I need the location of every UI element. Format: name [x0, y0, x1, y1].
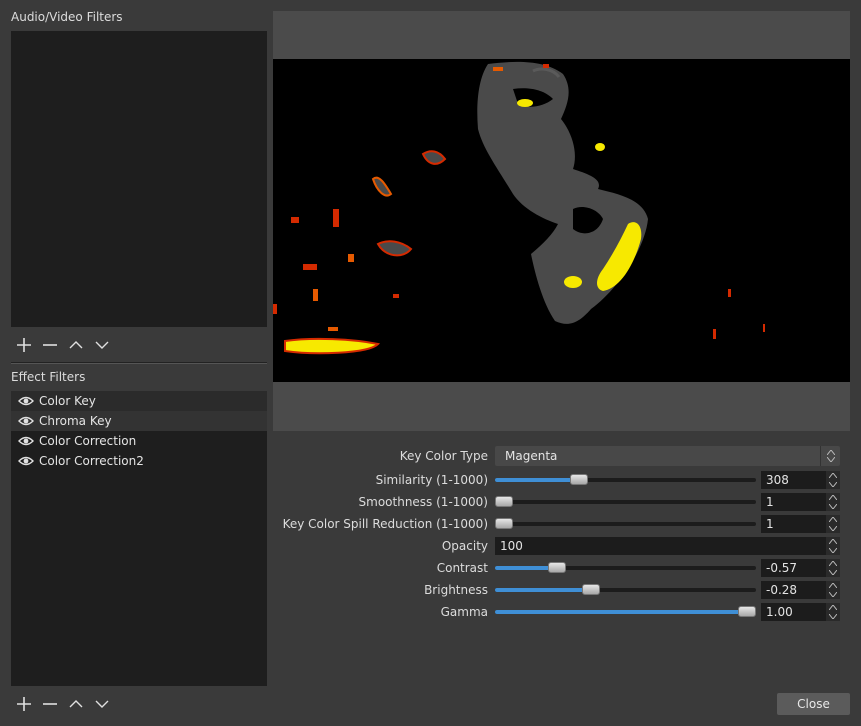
- spin-arrows-icon[interactable]: [826, 603, 840, 621]
- slider-handle[interactable]: [548, 562, 566, 573]
- spin-arrows-icon[interactable]: [826, 493, 840, 511]
- smoothness-value: 1: [766, 495, 774, 509]
- slider-handle[interactable]: [582, 584, 600, 595]
- move-down-effect-filter-button[interactable]: [89, 693, 115, 715]
- move-up-effect-filter-button[interactable]: [63, 693, 89, 715]
- gamma-spinbox[interactable]: 1.00: [761, 603, 840, 621]
- audio-video-filters-title: Audio/Video Filters: [11, 10, 123, 24]
- spill-reduction-value: 1: [766, 517, 774, 531]
- similarity-spinbox[interactable]: 308: [761, 471, 840, 489]
- eye-icon[interactable]: [18, 395, 34, 407]
- effect-filters-toolbar: [11, 693, 115, 715]
- spin-arrows-icon[interactable]: [826, 581, 840, 599]
- spill-reduction-row: Key Color Spill Reduction (1-1000) 1: [273, 514, 850, 534]
- effect-filter-label: Color Key: [39, 394, 96, 408]
- gamma-label: Gamma: [440, 605, 488, 619]
- brightness-row: Brightness -0.28: [273, 580, 850, 600]
- add-effect-filter-button[interactable]: [11, 693, 37, 715]
- move-up-audio-video-filter-button[interactable]: [63, 334, 89, 356]
- gamma-row: Gamma 1.00: [273, 602, 850, 622]
- spin-arrows-icon[interactable]: [826, 537, 840, 555]
- chevron-down-icon: [95, 700, 109, 708]
- spin-arrows-icon[interactable]: [826, 515, 840, 533]
- combo-arrows-icon: [820, 446, 840, 466]
- effect-filter-item[interactable]: Chroma Key: [11, 411, 267, 431]
- spin-arrows-icon[interactable]: [826, 559, 840, 577]
- brightness-slider[interactable]: [495, 584, 756, 595]
- section-divider: [11, 362, 267, 364]
- chevron-down-icon: [95, 341, 109, 349]
- key-color-type-select[interactable]: Magenta: [495, 446, 840, 466]
- close-button[interactable]: Close: [777, 693, 850, 715]
- filter-preview: [273, 11, 850, 431]
- brightness-value: -0.28: [766, 583, 798, 597]
- slider-fill: [495, 588, 591, 592]
- slider-handle[interactable]: [738, 606, 756, 617]
- slider-fill: [495, 478, 579, 482]
- contrast-value: -0.57: [766, 561, 798, 575]
- spin-arrows-icon[interactable]: [826, 471, 840, 489]
- minus-icon: [43, 703, 57, 705]
- effect-filter-item[interactable]: Color Correction: [11, 431, 267, 451]
- slider-handle[interactable]: [570, 474, 588, 485]
- move-down-audio-video-filter-button[interactable]: [89, 334, 115, 356]
- audio-video-filters-list[interactable]: [11, 31, 267, 327]
- brightness-label: Brightness: [424, 583, 488, 597]
- similarity-row: Similarity (1-1000) 308: [273, 470, 850, 490]
- slider-fill: [495, 610, 747, 614]
- preview-image: [273, 59, 850, 382]
- contrast-row: Contrast -0.57: [273, 558, 850, 578]
- slider-handle[interactable]: [495, 496, 513, 507]
- contrast-label: Contrast: [436, 561, 488, 575]
- chevron-up-icon: [69, 341, 83, 349]
- remove-effect-filter-button[interactable]: [37, 693, 63, 715]
- key-color-type-label: Key Color Type: [399, 449, 488, 463]
- effect-filter-label: Chroma Key: [39, 414, 112, 428]
- effect-filter-label: Color Correction2: [39, 454, 144, 468]
- smoothness-label: Smoothness (1-1000): [358, 495, 488, 509]
- effect-filter-label: Color Correction: [39, 434, 137, 448]
- effect-filters-title: Effect Filters: [11, 370, 86, 384]
- gamma-value: 1.00: [766, 605, 793, 619]
- eye-icon[interactable]: [18, 435, 34, 447]
- opacity-row: Opacity 100: [273, 536, 850, 556]
- chevron-up-icon: [69, 700, 83, 708]
- smoothness-row: Smoothness (1-1000) 1: [273, 492, 850, 512]
- audio-video-filters-toolbar: [11, 334, 115, 356]
- slider-handle[interactable]: [495, 518, 513, 529]
- smoothness-slider[interactable]: [495, 496, 756, 507]
- remove-audio-video-filter-button[interactable]: [37, 334, 63, 356]
- eye-icon[interactable]: [18, 415, 34, 427]
- minus-icon: [43, 344, 57, 346]
- brightness-spinbox[interactable]: -0.28: [761, 581, 840, 599]
- opacity-label: Opacity: [441, 539, 488, 553]
- contrast-spinbox[interactable]: -0.57: [761, 559, 840, 577]
- plus-icon: [17, 338, 31, 352]
- spill-reduction-slider[interactable]: [495, 518, 756, 529]
- smoothness-spinbox[interactable]: 1: [761, 493, 840, 511]
- key-color-type-value: Magenta: [505, 449, 558, 463]
- similarity-slider[interactable]: [495, 474, 756, 485]
- spill-reduction-label: Key Color Spill Reduction (1-1000): [282, 517, 488, 531]
- add-audio-video-filter-button[interactable]: [11, 334, 37, 356]
- gamma-slider[interactable]: [495, 606, 756, 617]
- contrast-slider[interactable]: [495, 562, 756, 573]
- effect-filter-item[interactable]: Color Key: [11, 391, 267, 411]
- effect-filter-item[interactable]: Color Correction2: [11, 451, 267, 471]
- effect-filters-list[interactable]: Color Key Chroma Key Color Correction Co…: [11, 391, 267, 686]
- spill-reduction-spinbox[interactable]: 1: [761, 515, 840, 533]
- key-color-type-row: Key Color Type Magenta: [273, 446, 850, 466]
- eye-icon[interactable]: [18, 455, 34, 467]
- similarity-value: 308: [766, 473, 789, 487]
- opacity-spinbox[interactable]: 100: [495, 537, 840, 555]
- plus-icon: [17, 697, 31, 711]
- opacity-value: 100: [500, 539, 523, 553]
- similarity-label: Similarity (1-1000): [375, 473, 488, 487]
